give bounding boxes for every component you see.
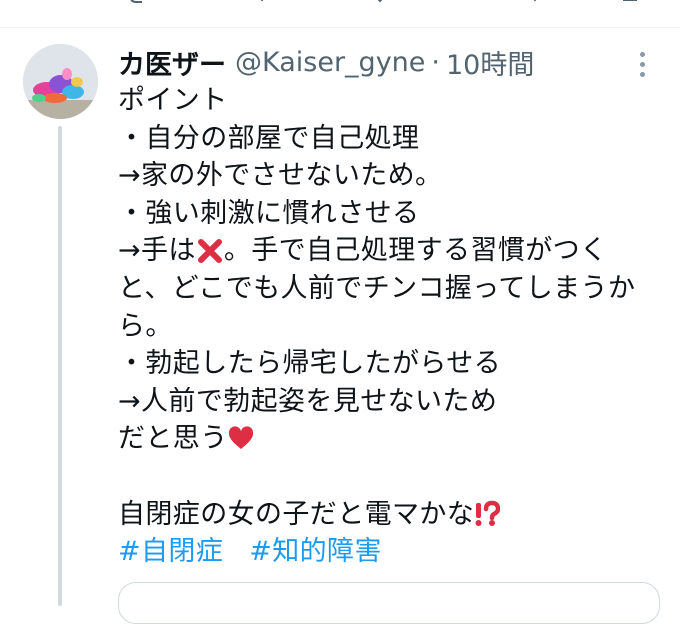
tweet-line: →人前で勃起姿を見せないため xyxy=(118,385,498,417)
tweet-line: だと思う xyxy=(118,420,668,458)
red-heart-icon xyxy=(228,426,253,450)
quote-tweet-card[interactable] xyxy=(118,582,660,624)
display-name[interactable]: カ医ザー xyxy=(118,43,226,82)
cross-mark-icon xyxy=(197,239,222,264)
tweet-line: →家の外でさせないため。 xyxy=(118,160,443,192)
user-handle[interactable]: @Kaiser_gyne xyxy=(235,47,425,78)
separator-dot: · xyxy=(431,46,440,78)
tweet-line: ・勃起したら帰宅したがらせる xyxy=(118,348,502,380)
hashtag-link[interactable]: #知的障害 xyxy=(249,533,382,571)
tweet-text-segment: だと思う xyxy=(118,423,228,455)
tweet-line: ・自分の部屋で自己処理 xyxy=(118,122,420,154)
tweet-line: ・強い刺激に慣れさせる xyxy=(118,197,420,229)
thread-line xyxy=(58,126,62,606)
more-options-icon[interactable] xyxy=(626,48,658,80)
hashtag-link[interactable]: #自閉症 xyxy=(118,533,223,571)
tweet-line: ポイント xyxy=(118,85,228,116)
views-icon[interactable] xyxy=(488,0,512,6)
avatar[interactable] xyxy=(23,44,98,119)
tweet-text: ポイント ・自分の部屋で自己処理 →家の外でさせないため。 ・強い刺激に慣れさせ… xyxy=(118,82,668,571)
tweet-line: と、どこでも人前でチンコ握ってしまうか xyxy=(118,272,636,304)
tweet-line: 自閉症の女の子だと電マかな xyxy=(118,496,668,534)
tweet-line: ら。 xyxy=(118,310,173,342)
reply-icon[interactable] xyxy=(128,0,144,6)
tweet-text-segment: 。手で自己処理する習慣がつく xyxy=(223,235,608,267)
hashtag-list: #自閉症 #知的障害 xyxy=(118,533,668,571)
tweet-text-segment: →手は xyxy=(118,235,196,267)
tweet-divider xyxy=(0,27,680,28)
tweet-text-segment: 自閉症の女の子だと電マかな xyxy=(118,498,475,530)
bookmark-icon[interactable] xyxy=(527,0,543,6)
timestamp[interactable]: 10時間 xyxy=(446,43,534,82)
share-icon[interactable] xyxy=(622,0,638,6)
avatar-image xyxy=(23,44,98,119)
like-icon[interactable] xyxy=(372,0,388,6)
exclamation-question-icon xyxy=(475,501,501,527)
tweet-line: →手は 。手で自己処理する習慣がつく xyxy=(118,232,668,270)
tweet-header: カ医ザー @Kaiser_gyne · 10時間 xyxy=(118,42,534,82)
retweet-icon[interactable] xyxy=(256,0,272,6)
previous-tweet-action-bar xyxy=(0,0,680,28)
